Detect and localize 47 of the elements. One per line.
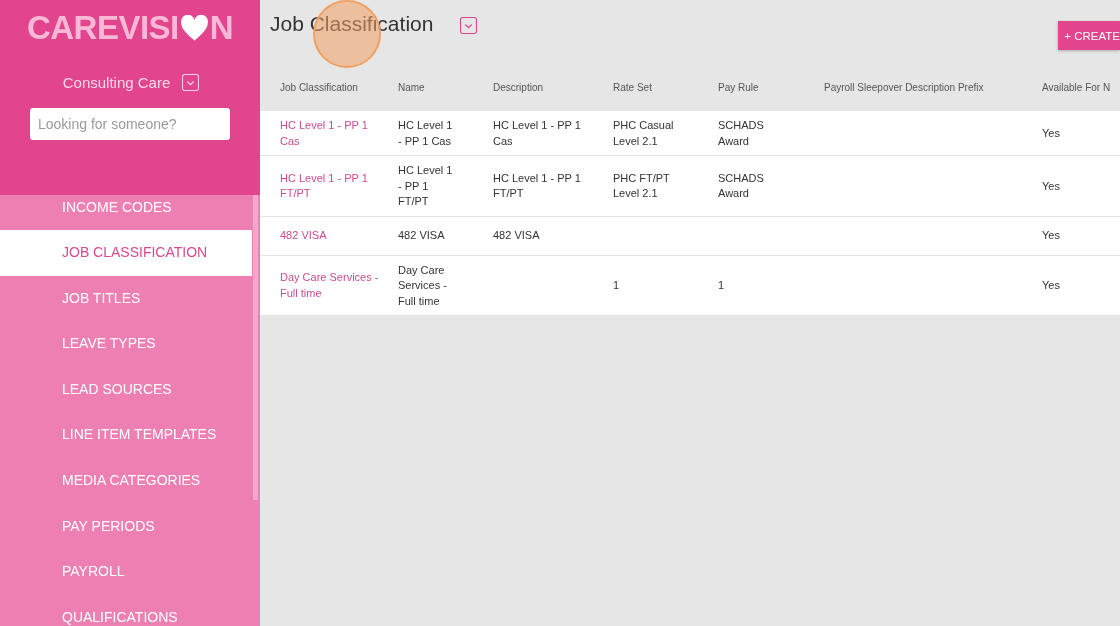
menu-item[interactable]: LEAD SOURCES: [0, 366, 252, 413]
logo-text: CAREVISI: [26, 9, 179, 47]
column-header[interactable]: Available For N: [1042, 82, 1108, 93]
menu-item[interactable]: INCOME CODES: [0, 195, 252, 230]
column-header[interactable]: Name: [398, 82, 493, 93]
table-cell: Yes: [1042, 279, 1060, 291]
table-cell: SCHADS Award: [718, 171, 764, 200]
column-header[interactable]: Rate Set: [613, 82, 718, 93]
table-cell: HC Level 1 - PP 1 Cas: [398, 119, 453, 147]
table-cell: PHC FT/PT Level 2.1: [613, 171, 670, 200]
job-classification-link[interactable]: HC Level 1 - PP 1 FT/PT: [280, 170, 388, 202]
job-classification-link[interactable]: Day Care Services - Full time: [280, 270, 388, 302]
search-field[interactable]: Looking for someone?: [30, 108, 230, 140]
page-title: Job Classification: [270, 12, 434, 36]
scrollbar[interactable]: [253, 195, 258, 500]
create-button[interactable]: + CREATE: [1058, 21, 1120, 50]
menu-item[interactable]: LINE ITEM TEMPLATES: [0, 412, 252, 458]
logo-text: N: [209, 9, 234, 47]
job-classification-link[interactable]: HC Level 1 - PP 1 Cas: [280, 118, 388, 149]
menu-item[interactable]: MEDIA CATEGORIES: [0, 457, 252, 504]
table-cell: Day Care Services - Full time: [398, 263, 447, 307]
menu-item[interactable]: LEAVE TYPES: [0, 321, 252, 367]
menu-item[interactable]: PAY PERIODS: [0, 503, 252, 550]
table-cell: PHC Casual Level 2.1: [613, 119, 674, 147]
column-header[interactable]: Pay Rule: [718, 82, 824, 93]
table-cell: HC Level 1 - PP 1 Cas: [493, 119, 581, 147]
column-header[interactable]: Payroll Sleepover Description Prefix: [824, 82, 1042, 93]
table-cell: Yes: [1042, 179, 1060, 192]
table-cell: Yes: [1042, 229, 1060, 242]
table-cell: Yes: [1042, 126, 1060, 139]
menu-item[interactable]: JOB CLASSIFICATION: [0, 230, 252, 276]
table-cell: 1: [718, 279, 725, 291]
table-cell: 482 VISA: [398, 229, 445, 242]
column-header[interactable]: Description: [493, 82, 613, 93]
table-cell: SCHADS Award: [718, 119, 764, 147]
menu-item[interactable]: PAYROLL: [0, 549, 252, 595]
menu-item[interactable]: QUALIFICATIONS: [0, 594, 252, 626]
column-header[interactable]: Job Classification: [280, 82, 398, 93]
table-cell: 482 VISA: [493, 229, 540, 242]
menu-item[interactable]: JOB TITLES: [0, 275, 252, 322]
account-name: Consulting Care: [62, 74, 171, 91]
table-cell: HC Level 1 - PP 1 FT/PT: [493, 171, 581, 200]
heart-icon: [179, 14, 209, 42]
job-classification-link[interactable]: 482 VISA: [280, 228, 388, 244]
table-cell: 1: [613, 279, 620, 291]
table-cell: HC Level 1 - PP 1 FT/PT: [398, 164, 453, 207]
dropdown-icon[interactable]: [460, 17, 478, 34]
